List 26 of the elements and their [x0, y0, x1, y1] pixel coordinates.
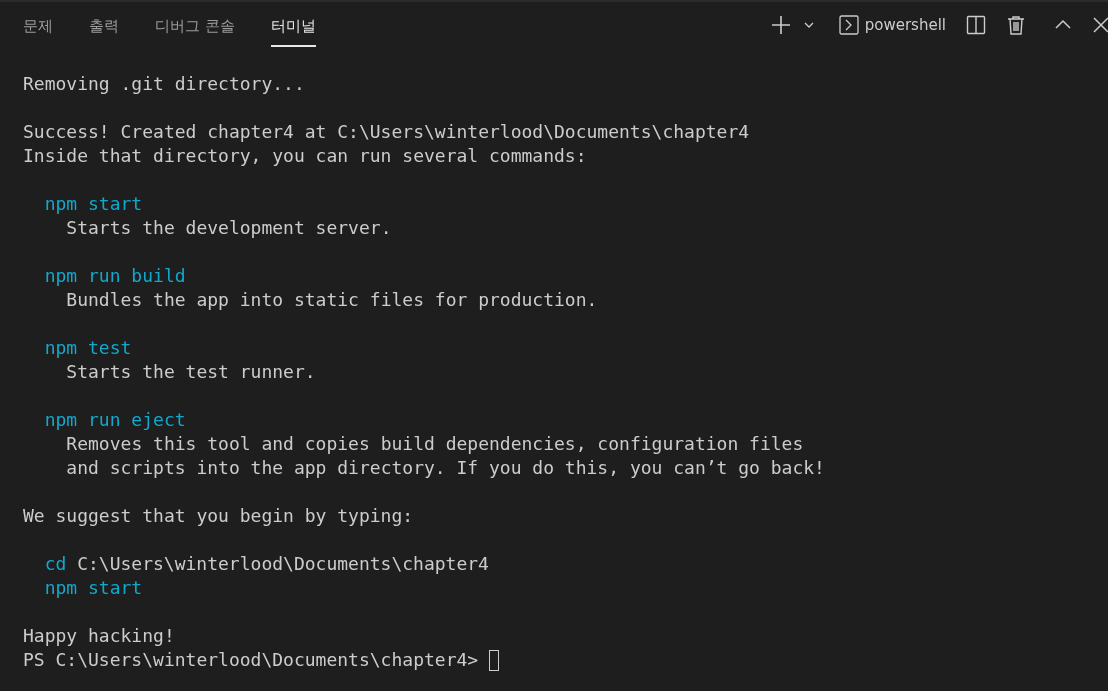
output-text: Success! Created chapter4 at C:\Users\winterlood\Documents\chapter4 — [23, 120, 750, 144]
panel-tab[interactable]: 문제 — [23, 9, 53, 47]
panel-tab[interactable]: 터미널 — [270, 9, 316, 47]
command-text: npm run build — [44, 264, 186, 288]
panel-tab[interactable]: 디버그 콘솔 — [155, 9, 235, 47]
command-text: npm start — [44, 576, 143, 600]
split-icon[interactable] — [964, 13, 988, 37]
prompt-text: PS C:\Users\winterlood\Documents\chapter4> — [23, 648, 479, 672]
output-text: Happy hacking! — [23, 624, 175, 648]
command-text: npm run eject — [44, 408, 186, 432]
output-text: C:\Users\winterlood\Documents\chapter4 — [77, 552, 489, 576]
output-text: Starts the development server. — [66, 216, 392, 240]
shell-selector[interactable]: powershell — [836, 13, 948, 37]
command-text: npm start — [44, 192, 143, 216]
output-text: Bundles the app into static files for production. — [66, 288, 598, 312]
command-text: npm test — [44, 336, 132, 360]
output-text: Removes this tool and copies build dependencies, configuration files — [66, 432, 804, 456]
output-text: Starts the test runner. — [66, 360, 316, 384]
terminal-icon — [838, 15, 859, 35]
command-text: cd — [44, 552, 67, 576]
output-text: Removing .git directory... — [23, 72, 305, 96]
cursor — [488, 649, 499, 671]
output-text: and scripts into the app directory. If you do this, you can’t go back! — [66, 456, 825, 480]
output-text: Inside that directory, you can run several commands: — [23, 144, 587, 168]
output-text: We suggest that you begin by typing: — [23, 504, 414, 528]
panel-tab[interactable]: 출력 — [89, 9, 119, 47]
